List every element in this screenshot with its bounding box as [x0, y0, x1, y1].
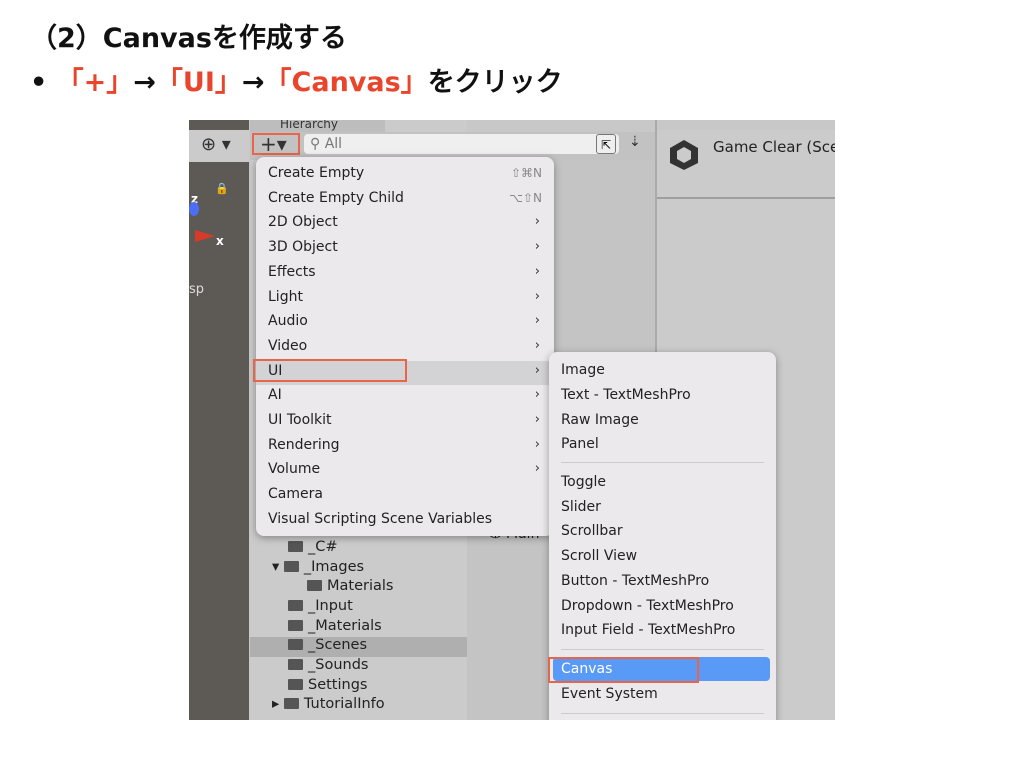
chevron-right-icon: › [534, 387, 540, 403]
shortcut: ⌥⇧N [509, 190, 542, 205]
submenu-item[interactable]: Input Field - TextMeshPro [561, 622, 735, 638]
folder-open-icon [283, 561, 299, 572]
chevron-right-icon: › [534, 362, 540, 378]
submenu-item[interactable]: Panel [561, 436, 599, 452]
folder-icon [288, 600, 303, 611]
folder-icon [288, 639, 303, 650]
instruction-bullet: • 「+」→「UI」→「Canvas」をクリック [30, 60, 563, 99]
submenu-item[interactable]: Scrollbar [561, 523, 623, 539]
chevron-right-icon: › [534, 263, 540, 279]
axis-z-gizmo [189, 202, 199, 216]
folder-icon [307, 580, 322, 591]
menu-item[interactable]: AI [268, 387, 282, 403]
submenu-item[interactable]: Slider [561, 499, 601, 515]
step-plus: 「+」 [56, 67, 134, 98]
submenu-item[interactable]: Event System [561, 686, 658, 702]
menu-item[interactable]: UI Toolkit [268, 412, 332, 428]
menu-separator [561, 649, 764, 650]
project-folder[interactable]: _Input [288, 598, 353, 614]
folder-label: _Materials [308, 618, 382, 634]
search-placeholder: All [324, 136, 343, 152]
axis-x-gizmo [195, 230, 215, 242]
project-folder[interactable]: ▸ TutorialInfo [272, 696, 385, 712]
chevron-right-icon: › [534, 214, 540, 230]
submenu-item[interactable]: Text - TextMeshPro [561, 387, 691, 403]
menu-item[interactable]: Create Empty Child [268, 190, 404, 206]
menu-item[interactable]: Light [268, 289, 303, 305]
folder-label: TutorialInfo [303, 696, 385, 712]
submenu-item[interactable]: Button - TextMeshPro [561, 573, 709, 589]
step-canvas: 「Canvas」 [264, 67, 428, 98]
chevron-right-icon: › [534, 288, 540, 304]
chevron-right-icon: › [534, 412, 540, 427]
menu-item[interactable]: Create Empty [268, 165, 364, 181]
submenu-item[interactable]: Toggle [561, 474, 606, 490]
instruction-tail: をクリック [427, 67, 563, 98]
submenu-item[interactable]: Dropdown - TextMeshPro [561, 598, 734, 614]
chevron-right-icon: › [534, 436, 540, 452]
lock-icon[interactable]: 🔒 [215, 182, 229, 195]
sort-icon[interactable]: ⇣ [629, 134, 641, 150]
menu-item[interactable]: Rendering [268, 437, 340, 453]
menu-item[interactable]: Volume [268, 461, 320, 477]
gizmo-icon[interactable]: ⊕ ▾ [201, 134, 231, 155]
project-folder[interactable]: _Sounds [288, 657, 368, 673]
create-button[interactable]: +▾ [252, 133, 300, 155]
menu-item[interactable]: Video [268, 338, 307, 354]
menu-separator [561, 462, 764, 463]
submenu-item[interactable]: Scroll View [561, 548, 637, 564]
menu-item[interactable]: Visual Scripting Scene Variables [268, 511, 492, 527]
unity-logo-icon [670, 140, 698, 170]
project-folder[interactable]: ▾ _Images [272, 559, 364, 575]
chevron-right-icon: › [534, 313, 540, 329]
inspector-title: Game Clear (Scene) [713, 138, 835, 156]
submenu-item[interactable]: Image [561, 362, 605, 378]
folder-label: _C# [308, 539, 338, 555]
highlight-box-ui [253, 359, 407, 382]
folder-label: _Images [303, 559, 365, 575]
folder-label: _Sounds [308, 657, 369, 673]
project-folder[interactable]: Materials [307, 578, 393, 594]
project-folder[interactable]: Settings [288, 677, 367, 693]
submenu-item[interactable]: Raw Image [561, 412, 639, 428]
folder-label: Settings [308, 677, 368, 693]
highlight-box-canvas [548, 657, 699, 683]
hierarchy-tab-label: Hierarchy [280, 120, 339, 131]
page-title: （2）Canvasを作成する [30, 23, 347, 54]
folder-icon [288, 541, 303, 552]
chevron-right-icon: › [534, 239, 540, 255]
project-folder[interactable]: _Scenes [288, 637, 367, 653]
hierarchy-search-input[interactable]: ⚲ All [304, 134, 619, 154]
scene-label: sp [189, 282, 205, 297]
menu-item[interactable]: Audio [268, 313, 308, 329]
folder-icon [288, 620, 303, 631]
shortcut: ⇧⌘N [510, 166, 542, 180]
folder-label: _Input [308, 598, 353, 614]
folder-label: Materials [327, 578, 394, 594]
menu-item[interactable]: Camera [268, 486, 323, 502]
inspector-divider [657, 197, 835, 199]
folder-icon [288, 659, 303, 670]
menu-separator [561, 713, 764, 714]
hierarchy-tab[interactable]: Hierarchy [250, 120, 385, 132]
unity-screenshot: ⊕ ▾ z x sp 🔒 Hierarchy +▾ ⚲ All ⇱ ⇣ ⋮ ⚓ … [189, 120, 835, 720]
menu-item[interactable]: 3D Object [268, 239, 338, 255]
chevron-right-icon: › [534, 337, 540, 353]
folder-label: _Scenes [308, 637, 368, 653]
step-ui: 「UI」 [155, 67, 242, 98]
scene-toolbar: ⊕ ▾ [189, 130, 249, 162]
chevron-right-icon: › [534, 461, 540, 477]
bullet-mark: • [30, 67, 48, 98]
folder-icon [283, 698, 299, 709]
project-folder[interactable]: _C# [288, 539, 338, 555]
menu-item[interactable]: Effects [268, 264, 316, 280]
arrow: → [241, 67, 265, 98]
arrow: → [133, 67, 156, 98]
folder-icon [288, 679, 303, 690]
axis-x: x [216, 234, 224, 248]
project-folder[interactable]: _Materials [288, 618, 382, 634]
expand-icon[interactable]: ⇱ [596, 134, 616, 154]
menu-item[interactable]: 2D Object [268, 214, 338, 230]
create-menu: Create Empty ⇧⌘N Create Empty Child ⌥⇧N 2D O… [256, 157, 554, 536]
